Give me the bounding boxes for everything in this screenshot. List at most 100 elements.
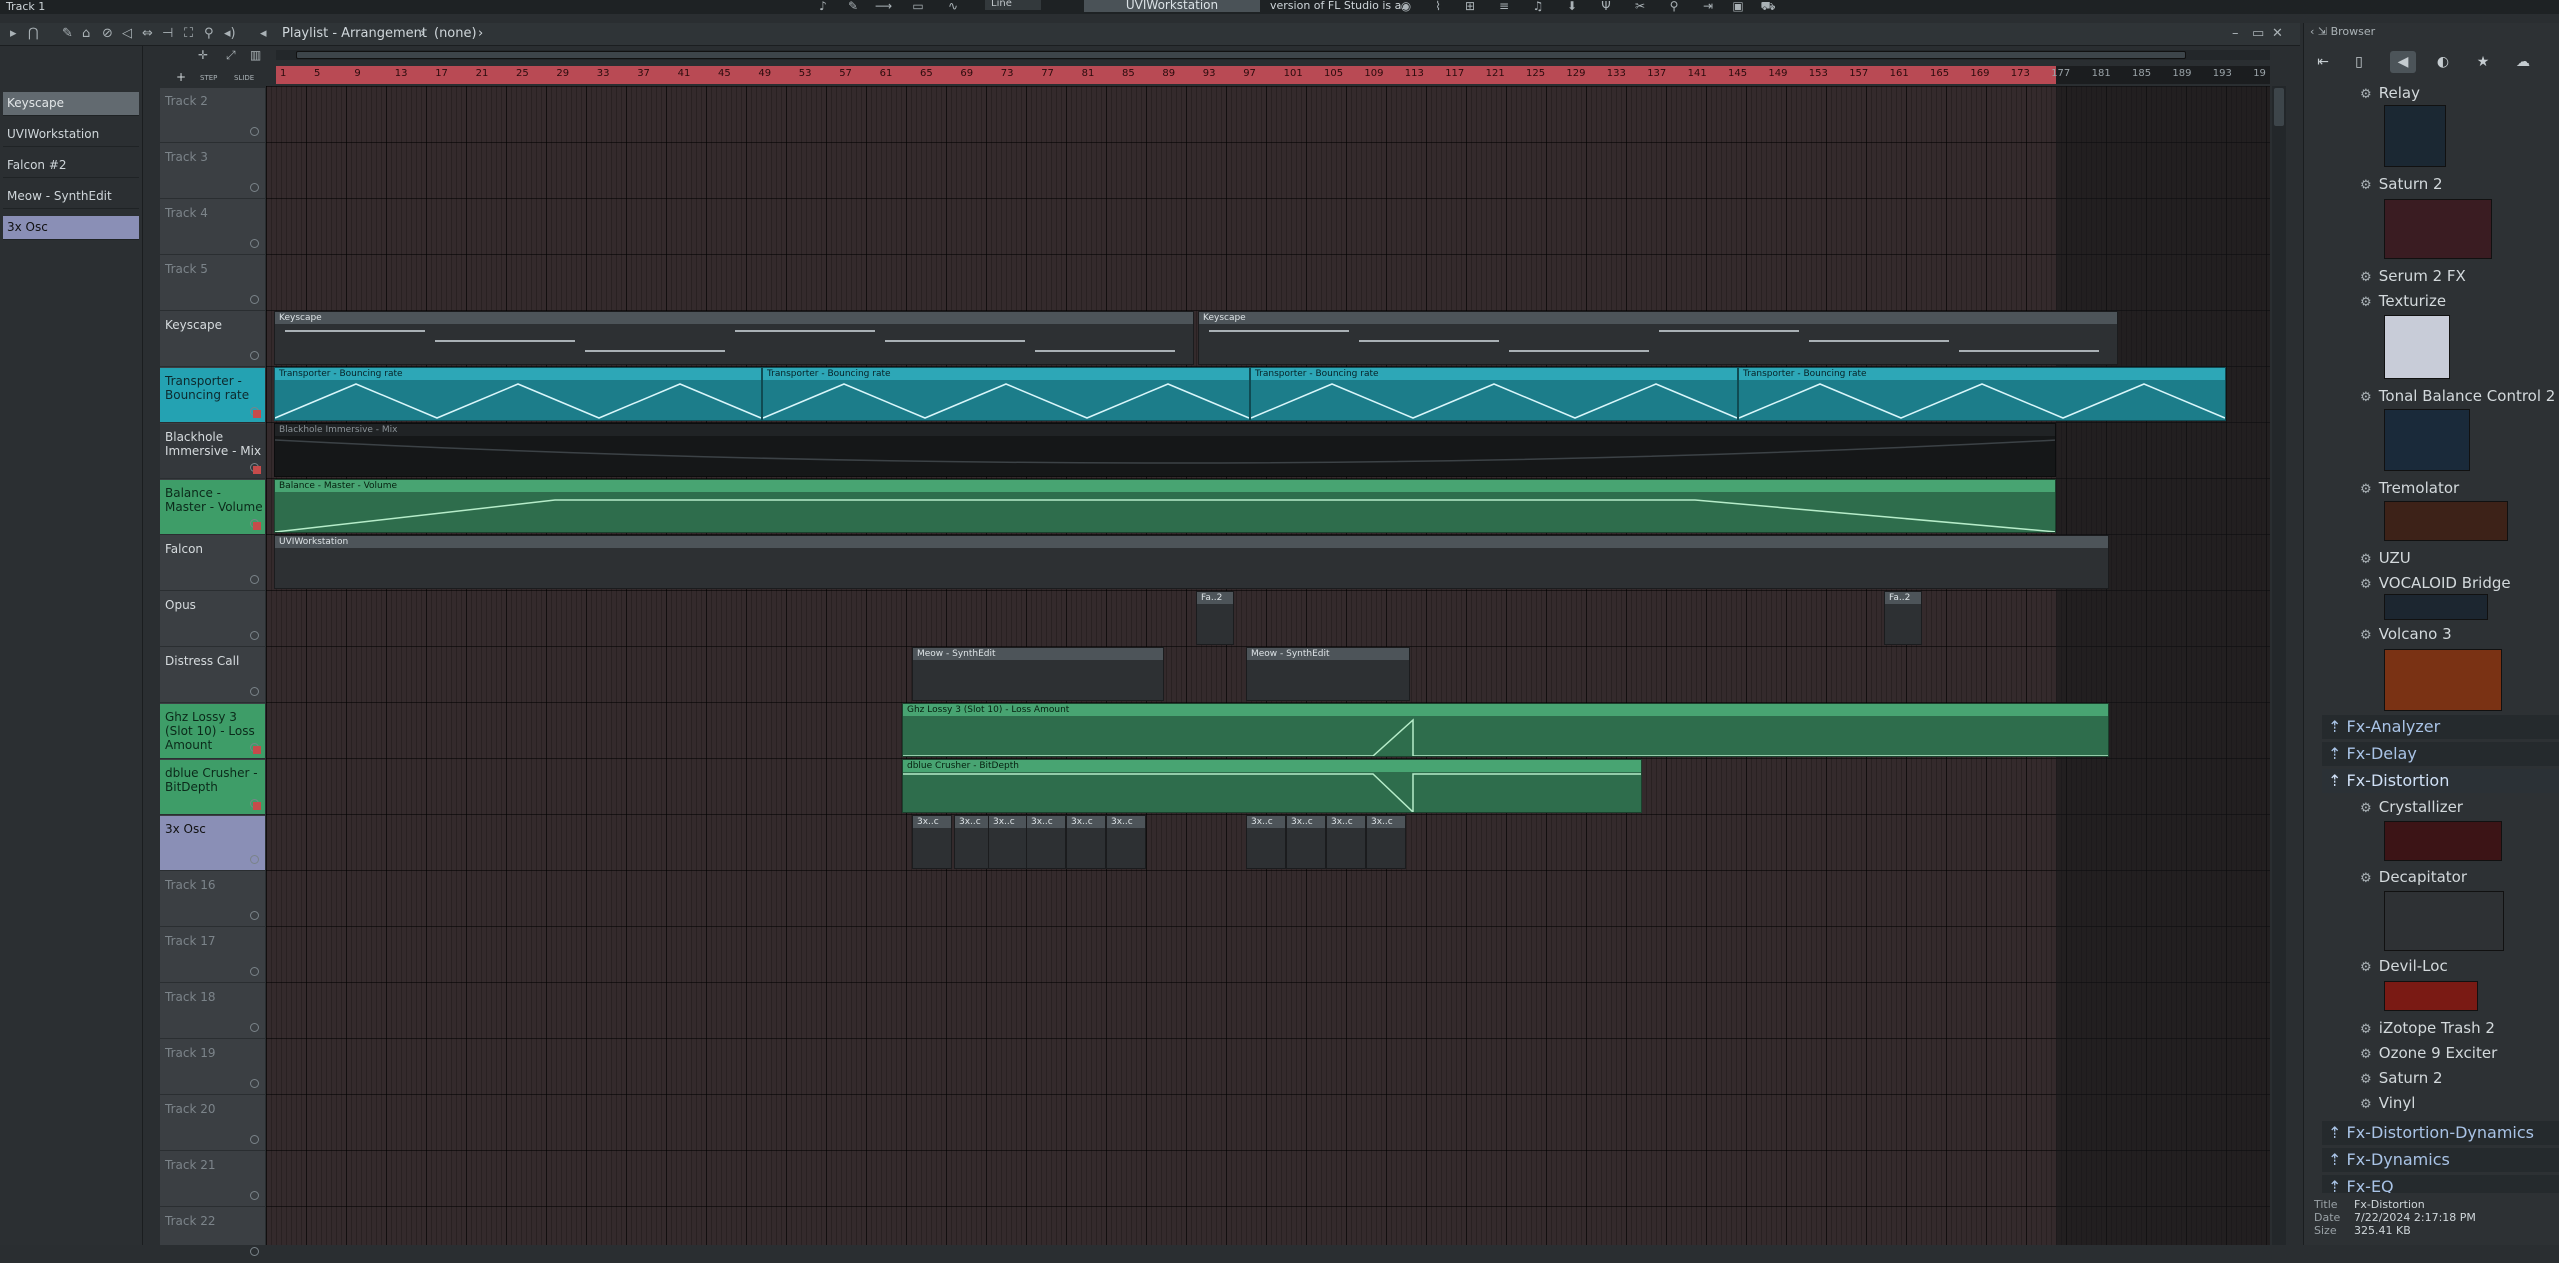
browser-folder[interactable]: ⇡ Fx-EQ — [2322, 1175, 2559, 1193]
playlist-clip[interactable]: Blackhole Immersive - Mix — [274, 423, 2056, 477]
browser-item[interactable]: ⚙ Texturize — [2360, 292, 2446, 310]
track-header[interactable]: Track 4 — [160, 200, 265, 255]
timeline-ruler[interactable]: 1 5 9 13 17 21 25 29 33 37 41 45 49 53 57 61 65 69 73 77 81 8… — [276, 66, 2270, 84]
plugin-db-icon[interactable]: ◀ — [2390, 51, 2416, 73]
track-header[interactable]: Transporter - Bouncing rate — [160, 368, 265, 423]
vertical-scrollbar[interactable] — [2272, 86, 2286, 1245]
file-icon[interactable]: ▯ — [2346, 51, 2372, 73]
browser-item[interactable]: ⚙ Relay — [2360, 84, 2420, 102]
download-icon[interactable]: ⬇ — [1564, 0, 1580, 12]
close-icon[interactable]: ✕ — [2272, 26, 2283, 41]
playlist-clip[interactable]: Transporter - Bouncing rate — [1738, 367, 2226, 421]
playlist-clip[interactable]: Meow - SynthEdit — [1246, 647, 1410, 701]
automation-lock-icon[interactable] — [253, 466, 261, 474]
mixer-icon[interactable]: ⊞ — [1462, 0, 1478, 12]
playlist-clip[interactable]: UVIWorkstation — [274, 535, 2109, 589]
plugin-icon[interactable]: ♫ — [1530, 0, 1546, 12]
playlist-clip[interactable]: 3x..c — [1066, 815, 1106, 869]
track-select-icon[interactable] — [250, 1135, 259, 1144]
track-select-icon[interactable] — [250, 351, 259, 360]
track-select-icon[interactable] — [250, 1191, 259, 1200]
playlist-clip[interactable]: Meow - SynthEdit — [912, 647, 1164, 701]
playlist-clip[interactable]: Keyscape — [274, 311, 1194, 365]
grid-icon[interactable]: ▥ — [250, 48, 261, 62]
record-icon[interactable]: ◉ — [1398, 0, 1414, 12]
track-select-icon[interactable] — [250, 1079, 259, 1088]
horizontal-scrollbar[interactable] — [276, 50, 2270, 60]
track-select-icon[interactable] — [250, 967, 259, 976]
slice-icon[interactable]: ⊣ — [162, 26, 173, 41]
cloud-icon[interactable]: ☁ — [2510, 51, 2536, 73]
mute-icon[interactable]: ◁ — [122, 26, 132, 41]
playlist-clip[interactable]: Keyscape — [1198, 311, 2118, 365]
cut-icon[interactable]: ✂ — [1632, 0, 1648, 12]
automation-lock-icon[interactable] — [253, 522, 261, 530]
picker-item[interactable]: Meow - SynthEdit — [3, 185, 139, 209]
picker-item[interactable]: 3x Osc — [3, 216, 139, 240]
track-select-icon[interactable] — [250, 855, 259, 864]
star-icon[interactable]: ★ — [2470, 51, 2496, 73]
track-select-icon[interactable] — [250, 631, 259, 640]
automation-lock-icon[interactable] — [253, 410, 261, 418]
track-select-icon[interactable] — [250, 575, 259, 584]
wave-icon[interactable]: ∿ — [945, 0, 961, 12]
browser-item[interactable]: ⚙ iZotope Trash 2 — [2360, 1019, 2495, 1037]
brush-icon[interactable]: ⟶ — [875, 0, 892, 12]
track-header[interactable]: Track 16 — [160, 872, 265, 927]
browser-folder[interactable]: ⇡ Fx-Distortion-Dynamics — [2322, 1121, 2559, 1145]
zoom-icon[interactable]: ⚲ — [204, 26, 214, 41]
browser-item[interactable]: ⚙ Ozone 9 Exciter — [2360, 1044, 2497, 1062]
playlist-clip[interactable]: 3x..c — [1366, 815, 1406, 869]
picker-item[interactable]: Falcon #2 — [3, 154, 139, 178]
track-select-icon[interactable] — [250, 1247, 259, 1256]
track-select-icon[interactable] — [250, 687, 259, 696]
track-header[interactable]: Ghz Lossy 3 (Slot 10) - Loss Amount — [160, 704, 265, 759]
track-select-icon[interactable] — [250, 127, 259, 136]
playlist-clip[interactable]: 3x..c — [1326, 815, 1366, 869]
pencil-icon[interactable]: ✎ — [62, 26, 73, 41]
browser-item[interactable]: ⚙ Decapitator — [2360, 868, 2467, 886]
track-header[interactable]: Opus — [160, 592, 265, 647]
playlist-clip[interactable]: Balance - Master - Volume — [274, 479, 2056, 533]
browser-item[interactable]: ⚙ Volcano 3 — [2360, 625, 2452, 643]
playlist-clip[interactable]: Transporter - Bouncing rate — [762, 367, 1250, 421]
browser-item[interactable]: ⚙ UZU — [2360, 549, 2411, 567]
record-db-icon[interactable]: ◐ — [2430, 51, 2456, 73]
cart-icon[interactable]: ⛟ — [1760, 0, 1776, 12]
picker-item[interactable]: Keyscape — [3, 92, 139, 116]
collapse-icon[interactable]: ⇤ — [2310, 51, 2336, 73]
track-header[interactable]: Track 19 — [160, 1040, 265, 1095]
browser-item[interactable]: ⚙ Saturn 2 — [2360, 1069, 2443, 1087]
arrow-left-icon[interactable]: ◂ — [260, 26, 267, 41]
playlist-clip[interactable]: Transporter - Bouncing rate — [1250, 367, 1738, 421]
browser-item[interactable]: ⚙ Saturn 2 — [2360, 175, 2443, 193]
speaker-icon[interactable]: ◂) — [224, 26, 236, 41]
browser-item[interactable]: ⚙ Tremolator — [2360, 479, 2459, 497]
browser-folder[interactable]: ⇡ Fx-Distortion — [2322, 769, 2559, 793]
add-track-icon[interactable]: + — [176, 70, 186, 84]
play-arrow-icon[interactable]: ▸ — [10, 26, 17, 41]
track-select-icon[interactable] — [250, 239, 259, 248]
piano-icon[interactable]: ▭ — [910, 0, 926, 12]
playlist-clip[interactable]: Fa..2 — [1196, 591, 1234, 645]
track-header[interactable]: Track 2 — [160, 88, 265, 143]
export-icon[interactable]: ⇥ — [1700, 0, 1716, 12]
maximize-icon[interactable]: ▭ — [2252, 26, 2264, 41]
delete-icon[interactable]: ⊘ — [102, 26, 113, 41]
playlist-clip[interactable]: 3x..c — [912, 815, 952, 869]
move-icon[interactable]: ✛ — [198, 48, 208, 62]
channel-rack-icon[interactable]: ≡ — [1496, 0, 1512, 12]
playlist-clip[interactable]: Ghz Lossy 3 (Slot 10) - Loss Amount — [902, 703, 2109, 757]
minimize-icon[interactable]: – — [2232, 26, 2239, 41]
browser-item[interactable]: ⚙ Vinyl — [2360, 1094, 2415, 1112]
playlist-clip[interactable]: 3x..c — [1026, 815, 1066, 869]
track-header[interactable]: 3x Osc — [160, 816, 265, 871]
arrangement-name[interactable]: (none) — [434, 26, 477, 41]
track-select-icon[interactable] — [250, 295, 259, 304]
track-header[interactable]: Track 20 — [160, 1096, 265, 1151]
select-icon[interactable]: ⛶ — [184, 26, 193, 41]
slip-icon[interactable]: ⇔ — [142, 26, 153, 41]
browser-item[interactable]: ⚙ Tonal Balance Control 2 — [2360, 387, 2555, 405]
browser-folder[interactable]: ⇡ Fx-Dynamics — [2322, 1148, 2559, 1172]
track-header[interactable]: Track 21 — [160, 1152, 265, 1207]
